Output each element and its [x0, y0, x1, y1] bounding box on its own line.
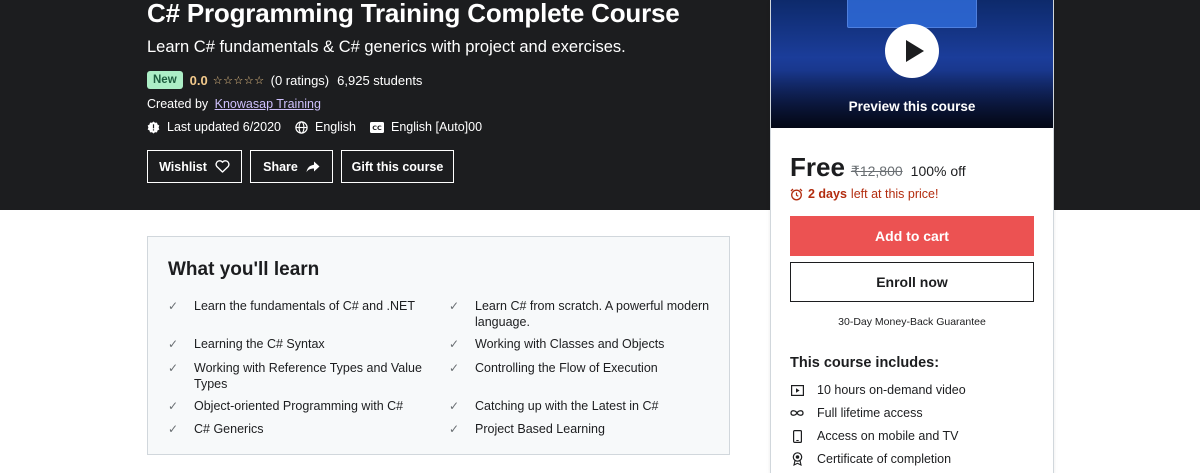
gift-course-button[interactable]: Gift this course: [341, 150, 454, 183]
price-timer: 2 days left at this price!: [790, 187, 938, 201]
star-rating: ☆☆☆☆☆: [213, 74, 265, 87]
closed-captions-icon: CC: [370, 121, 384, 133]
course-title: C# Programming Training Complete Course: [147, 0, 680, 28]
include-item-label: Access on mobile and TV: [817, 429, 959, 443]
alarm-clock-icon: [790, 188, 803, 200]
check-icon: ✓: [449, 299, 460, 313]
preview-label: Preview this course: [848, 99, 976, 114]
star-icon: ☆: [243, 74, 255, 87]
students-count: 6,925 students: [337, 72, 423, 88]
check-icon: ✓: [449, 337, 460, 351]
learn-item-text: Working with Classes and Objects: [475, 337, 665, 351]
learn-item-text: Learn the fundamentals of C# and .NET: [194, 299, 415, 313]
star-icon: ☆: [212, 74, 224, 87]
learn-item: ✓ Learning the C# Syntax: [168, 336, 444, 352]
learn-item: ✓ Object-oriented Programming with C#: [168, 398, 444, 414]
check-icon: ✓: [168, 337, 179, 351]
add-to-cart-button[interactable]: Add to cart: [790, 216, 1034, 256]
mobile-icon: [792, 429, 802, 443]
learn-item-text: Learn C# from scratch. A powerful modern…: [475, 299, 710, 329]
svg-text:CC: CC: [372, 124, 382, 132]
include-item: Certificate of completion: [790, 451, 951, 467]
video-icon: [790, 384, 804, 396]
gift-course-label: Gift this course: [351, 159, 444, 174]
check-icon: ✓: [168, 399, 179, 413]
check-icon: ✓: [168, 361, 179, 375]
learn-item-text: Catching up with the Latest in C#: [475, 399, 659, 413]
learn-item-text: Project Based Learning: [475, 422, 605, 436]
learn-item-text: Object-oriented Programming with C#: [194, 399, 404, 413]
include-item-label: Full lifetime access: [817, 406, 923, 420]
check-icon: ✓: [168, 299, 179, 313]
learn-item: ✓ Working with Reference Types and Value …: [168, 360, 429, 392]
play-icon[interactable]: [885, 24, 939, 78]
alert-badge-icon: [147, 121, 160, 133]
learn-item-text: Working with Reference Types and Value T…: [194, 361, 422, 391]
enroll-now-button[interactable]: Enroll now: [790, 262, 1034, 302]
include-item: Access on mobile and TV: [790, 428, 959, 444]
certificate-icon: [792, 452, 802, 466]
last-updated: Last updated 6/2020: [147, 120, 281, 134]
wishlist-button[interactable]: Wishlist: [147, 150, 242, 183]
instructor-link[interactable]: Knowasap Training: [215, 97, 321, 111]
include-item: 10 hours on-demand video: [790, 382, 966, 398]
language: English: [295, 120, 356, 134]
learn-item: ✓ Project Based Learning: [449, 421, 725, 437]
captions: CC English [Auto]00: [370, 120, 482, 134]
purchase-card: Preview this course Free ₹12,800 100% of…: [770, 0, 1054, 473]
heart-icon: [215, 160, 230, 173]
share-arrow-icon: [306, 161, 320, 172]
original-price: ₹12,800: [850, 163, 903, 179]
wishlist-label: Wishlist: [159, 159, 207, 174]
includes-title: This course includes:: [790, 355, 940, 371]
discount-percent: 100% off: [910, 163, 966, 179]
learn-item-text: C# Generics: [194, 422, 264, 436]
course-subtitle: Learn C# fundamentals & C# generics with…: [147, 38, 626, 56]
created-by: Created by Knowasap Training: [147, 97, 321, 111]
learn-item: ✓ Working with Classes and Objects: [449, 336, 725, 352]
check-icon: ✓: [449, 399, 460, 413]
learn-item: ✓ Controlling the Flow of Execution: [449, 360, 725, 376]
new-badge: New: [147, 71, 183, 89]
ratings-count-link[interactable]: (0 ratings): [271, 73, 330, 88]
language-text: English: [315, 120, 356, 134]
learn-item: ✓ Learn C# from scratch. A powerful moder…: [449, 298, 725, 330]
money-back-guarantee: 30-Day Money-Back Guarantee: [838, 316, 986, 328]
current-price: Free: [790, 152, 845, 182]
globe-icon: [295, 120, 308, 134]
last-updated-text: Last updated 6/2020: [167, 120, 281, 134]
include-item: Full lifetime access: [790, 405, 923, 421]
include-item-label: Certificate of completion: [817, 452, 952, 466]
include-item-label: 10 hours on-demand video: [817, 383, 966, 397]
price-row: Free ₹12,800 100% off: [790, 152, 966, 183]
course-meta: Last updated 6/2020 English CC English […: [147, 119, 496, 135]
check-icon: ✓: [168, 422, 179, 436]
timer-days: 2 days: [808, 187, 847, 201]
learn-item: ✓ C# Generics: [168, 421, 444, 437]
what-you-will-learn: What you'll learn ✓ Learn the fundamental…: [147, 236, 730, 455]
share-button[interactable]: Share: [250, 150, 333, 183]
timer-text: left at this price!: [850, 187, 939, 201]
share-label: Share: [263, 159, 298, 174]
star-icon: ☆: [223, 74, 234, 87]
rating-value: 0.0: [189, 72, 208, 88]
infinity-icon: [790, 410, 804, 416]
star-icon: ☆: [233, 74, 244, 87]
learn-title: What you'll learn: [168, 259, 320, 280]
learn-item-text: Learning the C# Syntax: [194, 337, 325, 351]
learn-item-text: Controlling the Flow of Execution: [475, 361, 658, 375]
rating-row: New 0.0 ☆☆☆☆☆ (0 ratings) 6,925 students: [147, 70, 422, 90]
course-preview[interactable]: Preview this course: [771, 0, 1053, 128]
star-icon: ☆: [254, 74, 265, 87]
check-icon: ✓: [449, 361, 460, 375]
captions-text: English [Auto]00: [391, 120, 483, 134]
learn-item: ✓ Learn the fundamentals of C# and .NET: [168, 298, 444, 314]
learn-item: ✓ Catching up with the Latest in C#: [449, 398, 725, 414]
created-by-label: Created by: [147, 97, 209, 111]
check-icon: ✓: [449, 422, 460, 436]
